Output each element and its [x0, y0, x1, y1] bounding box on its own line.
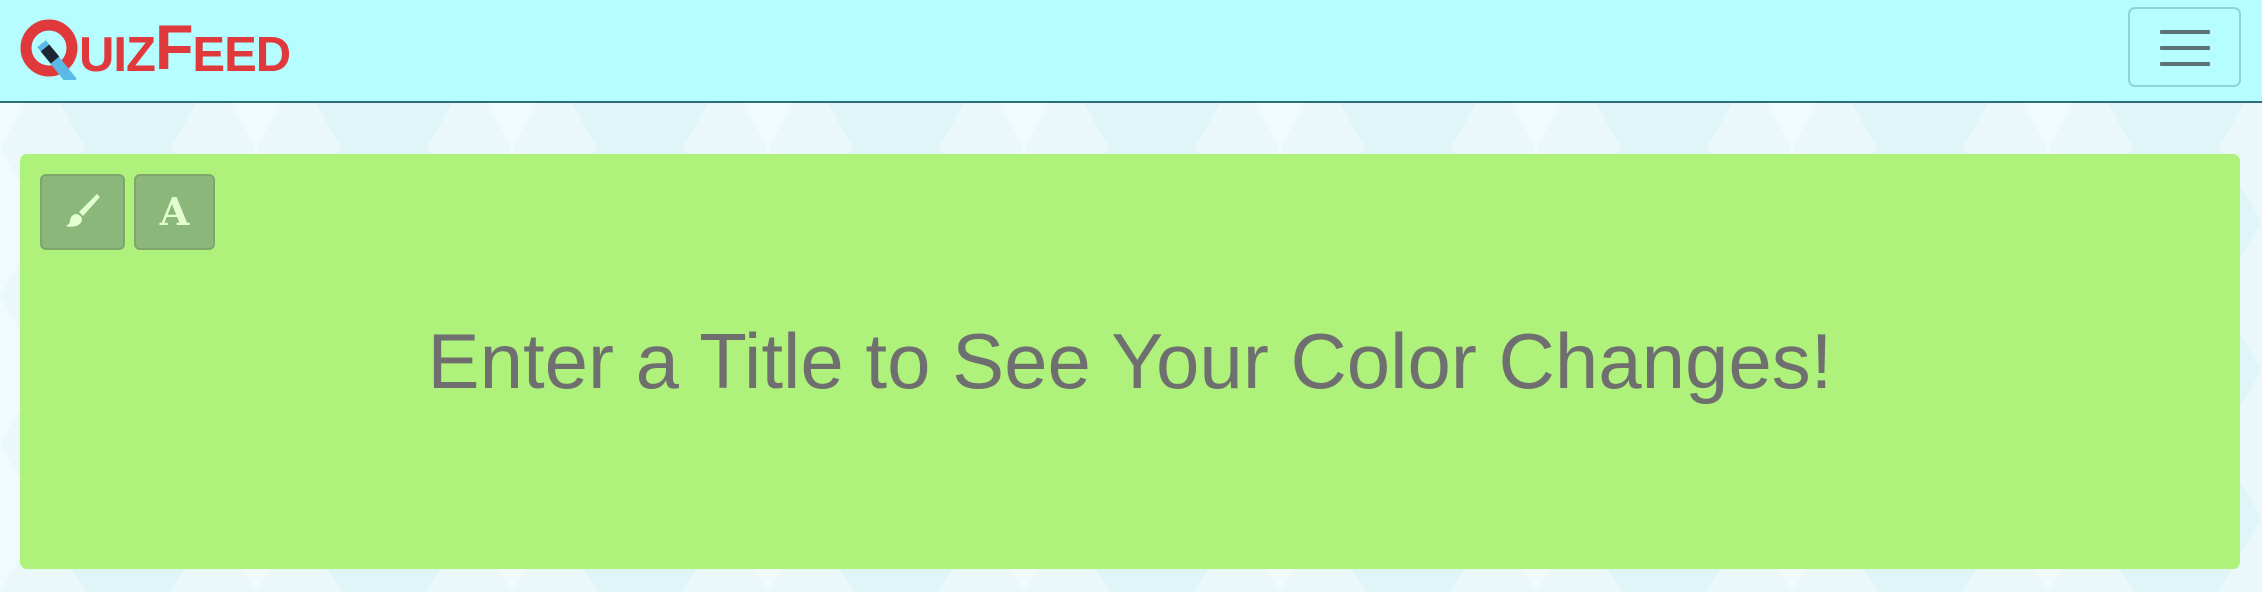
navbar: UIZ F EED [0, 0, 2262, 103]
background-color-button[interactable] [40, 174, 125, 250]
logo-text-eed: EED [192, 28, 291, 82]
font-color-button[interactable]: A [134, 174, 215, 250]
logo-text-f: F [154, 13, 193, 83]
hamburger-menu-button[interactable] [2128, 7, 2241, 87]
paintbrush-icon [63, 190, 103, 235]
logo-q-mark [19, 18, 81, 80]
quizfeed-logo[interactable]: UIZ F EED [19, 13, 291, 83]
logo-text-uiz: UIZ [79, 28, 156, 82]
font-icon: A [159, 189, 190, 234]
title-preview-text: Enter a Title to See Your Color Changes! [427, 317, 1833, 405]
title-preview-banner: A Enter a Title to See Your Color Change… [20, 154, 2240, 569]
